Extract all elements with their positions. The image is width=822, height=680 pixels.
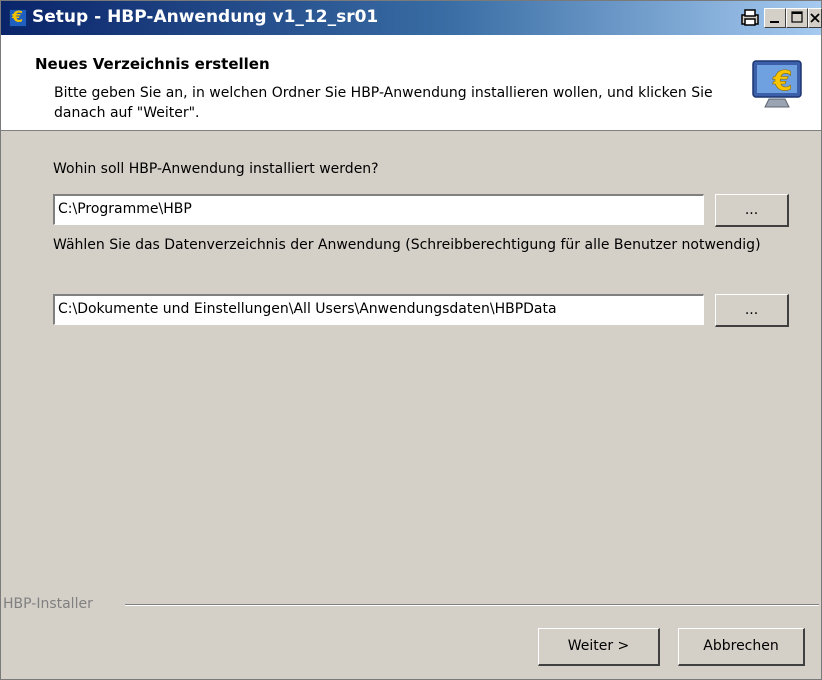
next-button[interactable]: Weiter >: [538, 628, 660, 666]
maximize-button[interactable]: [786, 8, 808, 28]
browse-data-dir-button[interactable]: ...: [715, 294, 789, 327]
installer-brand-label: HBP-Installer: [3, 596, 93, 612]
data-dir-label: Wählen Sie das Datenverzeichnis der Anwe…: [53, 237, 761, 253]
svg-text:€: €: [772, 64, 792, 97]
page-description: Bitte geben Sie an, in welchen Ordner Si…: [54, 85, 713, 121]
install-dir-input[interactable]: C:\Programme\HBP: [53, 194, 704, 225]
footer-divider: [125, 604, 819, 606]
wizard-header: Neues Verzeichnis erstellen Bitte geben …: [1, 35, 821, 131]
close-button[interactable]: [808, 8, 822, 28]
print-icon[interactable]: [739, 8, 761, 28]
install-dir-label: Wohin soll HBP-Anwendung installiert wer…: [53, 161, 379, 177]
title-bar[interactable]: € Setup - HBP-Anwendung v1_12_sr01: [1, 1, 822, 35]
minimize-button[interactable]: [764, 8, 786, 28]
window-title: Setup - HBP-Anwendung v1_12_sr01: [32, 7, 379, 27]
browse-install-dir-button[interactable]: ...: [715, 194, 789, 227]
page-title: Neues Verzeichnis erstellen: [35, 55, 270, 73]
euro-monitor-icon: €: [749, 55, 809, 115]
setup-window: € Setup - HBP-Anwendung v1_12_sr01 Neues…: [0, 0, 822, 680]
euro-app-icon: €: [9, 7, 27, 27]
cancel-button[interactable]: Abbrechen: [678, 628, 805, 666]
data-dir-input[interactable]: C:\Dokumente und Einstellungen\All Users…: [53, 294, 704, 325]
